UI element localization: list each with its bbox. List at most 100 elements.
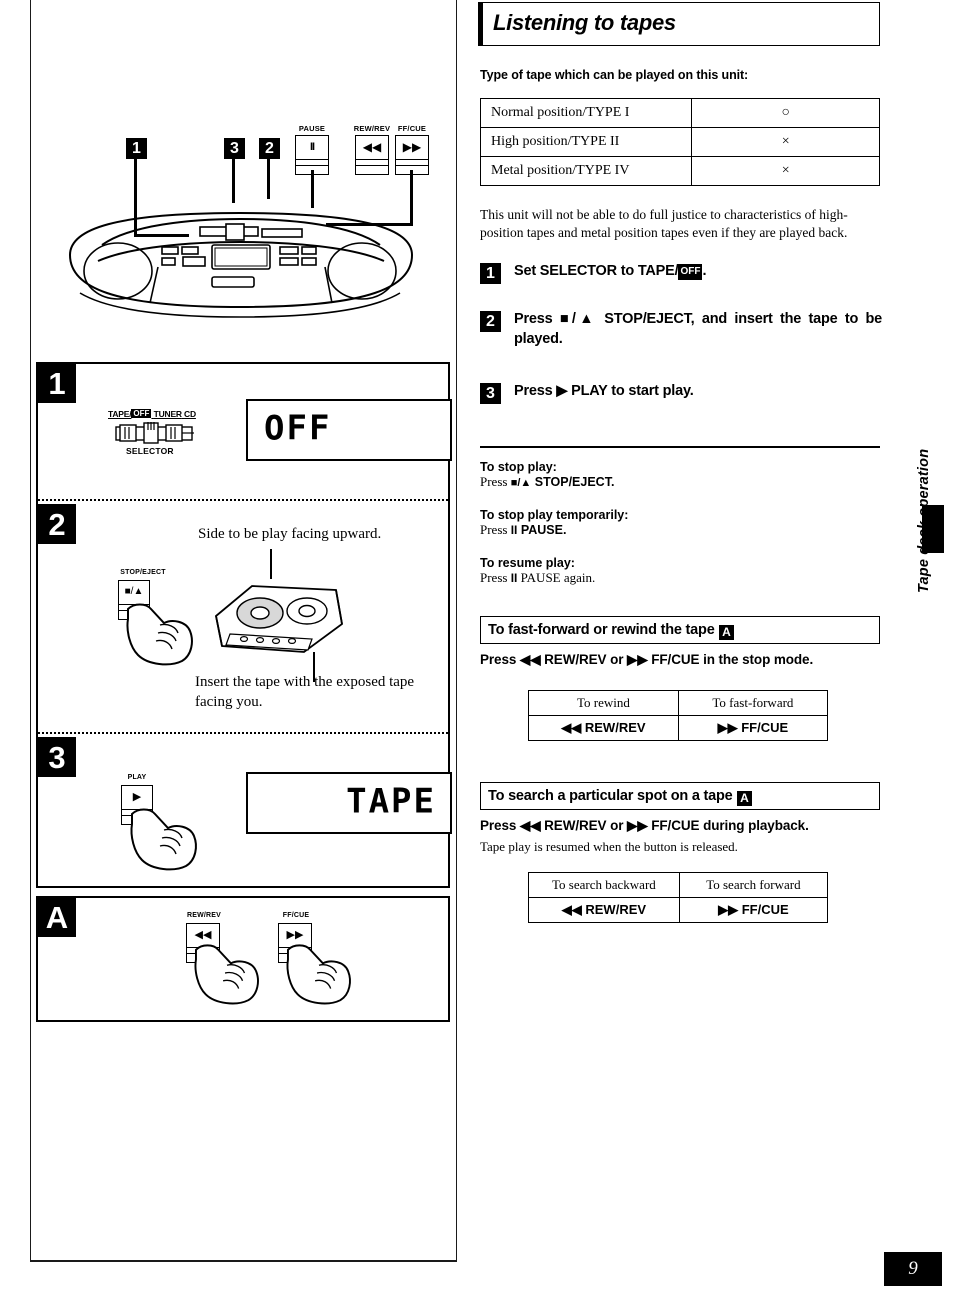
pointing-hand-icon	[126, 603, 193, 666]
tip-0-symbol: ■/▲	[510, 477, 532, 489]
step-badge-2: 2	[480, 311, 501, 332]
ff-table: To rewind To fast-forward ◀◀ REW/REV ▶▶ …	[528, 690, 829, 741]
tip-1-suffix: PAUSE.	[517, 523, 567, 537]
cassette-caption-top: Side to be play facing upward.	[198, 526, 382, 542]
step-2: 2 Press ■/▲ STOP/EJECT, and insert the t…	[480, 310, 882, 349]
ff-cue-button-label: FF/CUE	[397, 124, 427, 133]
ff-table-header-0: To rewind	[528, 690, 679, 716]
display-tape: TAPE	[246, 772, 452, 834]
rew-rev-glyph: ◀◀	[362, 140, 382, 155]
search-section-badge: A	[737, 790, 752, 806]
page-rule-middle	[456, 0, 457, 1262]
table-row: Metal position/TYPE IV ×	[479, 156, 880, 186]
tape-type-label-1: High position/TYPE II	[479, 127, 693, 157]
selector-label-tuner: TUNER	[153, 409, 182, 419]
boombox-drawing	[68, 211, 414, 318]
pause-button-icon: II	[295, 135, 329, 175]
search-section-title: To search a particular spot on a tape	[488, 788, 733, 804]
page-title: Listening to tapes	[493, 10, 676, 35]
ff-cue-glyph: ▶▶	[402, 140, 422, 155]
section-header: Listening to tapes	[478, 2, 880, 46]
manual-page: 1 3 2 PAUSE II REW/REV ◀◀ FF/CUE ▶▶ 1 TA…	[0, 0, 954, 1306]
step-badge-3: 3	[480, 383, 501, 404]
tip-stop-play-head: To stop play:	[480, 460, 557, 474]
rew-rev-button-icon: ◀◀	[355, 135, 389, 175]
tip-stop-temporarily-head: To stop play temporarily:	[480, 508, 629, 522]
tip-stop-temporarily-body: Press II PAUSE.	[480, 522, 880, 538]
cassette-tape-drawing	[215, 585, 343, 653]
step-3-text: Press ▶ PLAY to start play.	[514, 383, 694, 399]
left-illustration-column: 1 3 2 PAUSE II REW/REV ◀◀ FF/CUE ▶▶ 1 TA…	[30, 0, 456, 1306]
tip-0-suffix: STOP/EJECT.	[531, 475, 615, 489]
step-1: 1 Set SELECTOR to TAPE/OFF.	[480, 262, 880, 284]
tape-type-label-2: Metal position/TYPE IV	[479, 156, 693, 186]
tip-stop-play-body: Press ■/▲ STOP/EJECT.	[480, 474, 880, 490]
tape-type-mark-0: ○	[691, 98, 880, 128]
pause-glyph: II	[309, 140, 315, 153]
tip-1-prefix: Press	[480, 522, 511, 537]
selector-top-labels: TAPE/OFF TUNER CD	[108, 409, 196, 419]
panel-a-ff-cue-label: FF/CUE	[282, 912, 310, 919]
step-1-text-after: .	[702, 263, 707, 279]
tip-stop-play: To stop play: Press ■/▲ STOP/EJECT.	[480, 460, 880, 490]
callout-badge-2: 2	[259, 138, 280, 159]
left-column-bottom-rule	[30, 1260, 456, 1262]
ff-section-badge: A	[719, 624, 735, 640]
search-section-instruction: Press ◀◀ REW/REV or ▶▶ FF/CUE during pla…	[480, 818, 809, 833]
ff-table-value-0: ◀◀ REW/REV	[528, 715, 679, 741]
panel-badge-a: A	[38, 897, 76, 937]
tape-types-table-wrap: Normal position/TYPE I ○ High position/T…	[479, 98, 880, 186]
stop-eject-button-illustration: STOP/EJECT ■/▲	[112, 569, 222, 679]
step-3: 3 Press ▶ PLAY to start play.	[480, 382, 880, 404]
tape-types-note: This unit will not be able to do full ju…	[480, 207, 848, 241]
cassette-leader-top	[270, 549, 272, 579]
page-number: 9	[884, 1252, 942, 1286]
stop-eject-button-label: STOP/EJECT	[120, 569, 166, 576]
side-tab-label: Tape deck operation	[916, 448, 932, 593]
ff-cue-button-icon: ▶▶	[395, 135, 429, 175]
selector-label-cd: CD	[184, 409, 196, 419]
search-table-wrap: To search backward To search forward ◀◀ …	[528, 872, 829, 923]
selector-slider-drawing	[115, 422, 194, 444]
tip-stop-temporarily: To stop play temporarily: Press II PAUSE…	[480, 508, 880, 538]
display-off-text: OFF	[264, 408, 332, 449]
tape-types-lead: Type of tape which can be played on this…	[480, 68, 749, 82]
play-button-label: PLAY	[127, 774, 147, 781]
tape-types-table: Normal position/TYPE I ○ High position/T…	[479, 98, 880, 186]
tape-type-mark-2: ×	[691, 156, 880, 186]
panel-a: A REW/REV ◀◀ FF/CUE ▶▶	[36, 896, 450, 1022]
table-row: To rewind To fast-forward	[528, 690, 829, 716]
search-table: To search backward To search forward ◀◀ …	[528, 872, 829, 923]
step-2-text: Press ■/▲ STOP/EJECT, and insert the tap…	[514, 311, 882, 347]
tip-resume-play: To resume play: Press II PAUSE again.	[480, 556, 880, 586]
pointing-hand-icon-play	[130, 808, 197, 871]
ff-section-instruction: Press ◀◀ REW/REV or ▶▶ FF/CUE in the sto…	[480, 652, 814, 667]
panel-a-rew-rev-label: REW/REV	[186, 912, 222, 919]
tips-divider	[480, 446, 880, 448]
search-section-header: To search a particular spot on a tape A	[480, 782, 880, 810]
pointing-hand-icon-rew	[194, 944, 259, 1005]
steps-panel: 1 TAPE/OFF TUNER CD SELECTOR OFF 2 STOP/…	[36, 362, 452, 888]
table-row: ◀◀ REW/REV ▶▶ FF/CUE	[528, 715, 829, 741]
ff-table-wrap: To rewind To fast-forward ◀◀ REW/REV ▶▶ …	[528, 690, 829, 741]
selector-label-off: OFF	[131, 409, 152, 418]
pause-button-label: PAUSE	[298, 124, 326, 133]
ff-section-header: To fast-forward or rewind the tape A	[480, 616, 880, 644]
tip-0-prefix: Press	[480, 474, 511, 489]
step-1-text-before: Set SELECTOR to TAPE/	[514, 263, 679, 279]
callout-badge-3: 3	[224, 138, 245, 159]
selector-label-tape: TAPE/	[108, 409, 132, 419]
tip-resume-play-head: To resume play:	[480, 556, 575, 570]
play-button-illustration: PLAY ▶	[118, 774, 228, 874]
search-table-value-0: ◀◀ REW/REV	[528, 897, 680, 923]
selector-caption: SELECTOR	[126, 446, 174, 456]
display-tape-text: TAPE	[346, 781, 436, 822]
step-1-text: Set SELECTOR to TAPE/OFF.	[514, 262, 706, 282]
device-illustration: 1 3 2 PAUSE II REW/REV ◀◀ FF/CUE ▶▶	[30, 110, 450, 320]
selector-switch-illustration: TAPE/OFF TUNER CD SELECTOR	[108, 409, 208, 469]
panel-badge-1: 1	[38, 363, 76, 403]
ff-table-value-1: ▶▶ FF/CUE	[677, 715, 829, 741]
callout-leader-2	[267, 159, 270, 199]
table-row: High position/TYPE II ×	[479, 127, 880, 157]
pointing-hand-icon-ff	[286, 944, 351, 1005]
